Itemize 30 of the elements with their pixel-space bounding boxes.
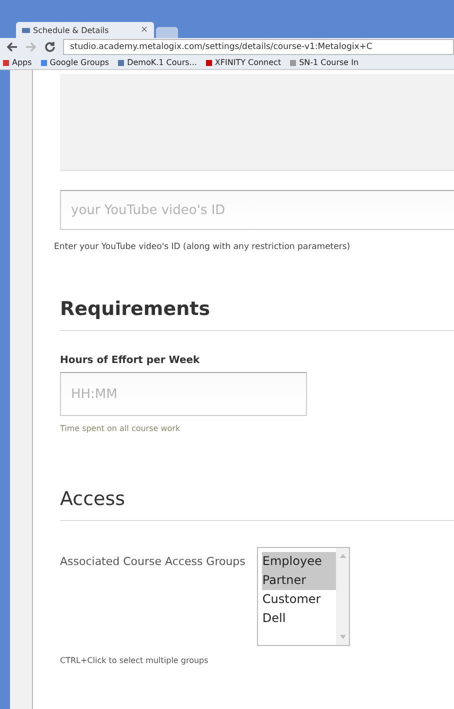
help-text: Time spent on all course work xyxy=(60,424,182,433)
bookmark[interactable]: XFINITY Connect xyxy=(206,58,282,67)
address-bar[interactable]: studio.academy.metalogix.com/settings/details/course-v1:Metalogix+C xyxy=(63,39,454,55)
bookmark[interactable]: SN-1 Course In xyxy=(290,58,359,67)
help-text: CTRL+Click to select multiple groups xyxy=(60,656,210,665)
list-option[interactable]: Partner xyxy=(262,571,336,590)
scrollbar[interactable] xyxy=(336,548,350,645)
input-field[interactable]: HH:MM xyxy=(60,372,307,416)
field-label: Associated Course Access Groups xyxy=(60,555,246,570)
browser-tab[interactable]: Schedule & Details × xyxy=(16,22,154,38)
new-tab-button[interactable] xyxy=(156,27,178,38)
scroll-up-icon[interactable] xyxy=(340,554,346,558)
list-option[interactable]: Employee xyxy=(262,552,336,571)
list-option[interactable]: Customer xyxy=(262,590,336,609)
section-heading: Access xyxy=(60,488,126,510)
reload-icon[interactable] xyxy=(44,41,56,53)
favicon-icon xyxy=(22,28,30,32)
forward-icon[interactable] xyxy=(25,41,37,53)
scroll-down-icon[interactable] xyxy=(340,635,346,639)
back-icon[interactable] xyxy=(6,41,18,53)
list-option[interactable]: Dell xyxy=(262,609,336,628)
bookmark[interactable]: Apps xyxy=(3,58,32,67)
section-heading: Requirements xyxy=(60,298,212,320)
field-label: Hours of Effort per Week xyxy=(60,355,201,366)
bookmark[interactable]: DemoK.1 Cours... xyxy=(118,58,197,67)
close-icon[interactable]: × xyxy=(140,25,148,35)
input-field[interactable]: your YouTube video's ID xyxy=(60,190,454,230)
help-text: Enter your YouTube video's ID (along with any restriction parameters) xyxy=(54,242,352,252)
list-box[interactable]: Employee Partner Customer Dell xyxy=(257,547,350,646)
bookmark[interactable]: Google Groups xyxy=(40,58,110,67)
